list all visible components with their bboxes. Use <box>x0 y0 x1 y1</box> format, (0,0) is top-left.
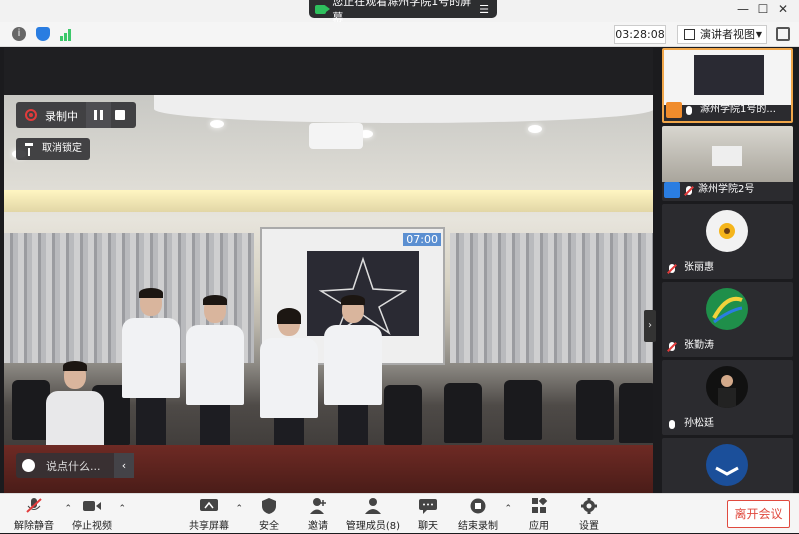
participant-name: 孙松廷 <box>684 418 714 429</box>
participant-tile[interactable]: 滁州学院2号 <box>662 126 793 201</box>
maximize-icon[interactable]: ☐ <box>753 2 773 16</box>
stop-icon[interactable] <box>115 110 125 120</box>
recording-indicator: 录制中 <box>16 102 136 128</box>
participant-tile[interactable]: 张勤涛 <box>662 282 793 357</box>
presenter-figure <box>322 295 382 452</box>
chevron-up-icon[interactable]: ⌃ <box>118 504 126 514</box>
end-recording-label: 结束录制 <box>458 521 498 532</box>
presenter-figure <box>258 308 318 465</box>
video-camera-icon <box>82 498 102 514</box>
meeting-toolbar: 解除静音 ⌃ 停止视频 ⌃ 共享屏幕 ⌃ 安全 邀请 管理成员(8) 聊天 结束… <box>0 493 799 533</box>
unmute-label: 解除静音 <box>14 521 54 532</box>
fullscreen-icon[interactable] <box>776 27 790 41</box>
participant-name: 张丽惠 <box>684 262 714 273</box>
window-titlebar: 您正在观看滁州学院1号的屏幕 ☰ — ☐ ✕ <box>0 0 799 24</box>
mic-muted-icon <box>24 498 44 514</box>
share-screen-button[interactable]: 共享屏幕 ⌃ <box>177 498 243 534</box>
collapse-sidebar-icon[interactable]: › <box>644 310 656 342</box>
pin-icon <box>25 143 33 156</box>
security-label: 安全 <box>259 521 279 532</box>
add-user-icon <box>308 498 328 514</box>
avatar <box>706 288 748 330</box>
chevron-down-icon: ▼ <box>755 30 762 39</box>
unmute-button[interactable]: 解除静音 ⌃ <box>2 498 72 534</box>
participant-name: 滁州学院2号 <box>698 184 755 195</box>
chat-icon <box>418 498 438 514</box>
pause-icon[interactable] <box>86 102 111 128</box>
menu-icon[interactable]: ☰ <box>479 3 489 16</box>
record-stop-icon <box>468 498 488 514</box>
participant-sidebar: 滁州学院1号的... 滁州学院2号 张丽惠 张勤涛 孙松廷 <box>656 48 799 493</box>
presenter-figure <box>184 295 244 452</box>
avatar <box>706 366 748 408</box>
view-mode-label: 演讲者视图 <box>700 28 755 41</box>
presenter-figure <box>120 288 180 445</box>
manage-members-label: 管理成员(8) <box>345 521 401 532</box>
manage-members-button[interactable]: 管理成员(8) <box>342 498 404 534</box>
quick-chat-input[interactable]: 说点什么... ‹ <box>16 453 134 478</box>
share-screen-label: 共享屏幕 <box>189 521 229 532</box>
shield-icon[interactable] <box>36 27 50 41</box>
shared-video-feed: 07:00 <box>4 95 653 509</box>
chat-label: 聊天 <box>418 521 438 532</box>
participant-name: 滁州学院1号的... <box>700 104 776 115</box>
unlock-pin-button[interactable]: 取消锁定 <box>16 138 90 160</box>
invite-button[interactable]: 邀请 <box>286 498 350 534</box>
info-icon[interactable]: i <box>12 27 26 41</box>
unlock-label: 取消锁定 <box>42 143 82 154</box>
end-recording-button[interactable]: 结束录制 ⌃ <box>446 498 512 534</box>
gear-icon <box>579 498 599 514</box>
participant-name: 张勤涛 <box>684 340 714 351</box>
meeting-status-bar: i 03:28:08 演讲者视图 ▼ <box>0 22 799 47</box>
signal-icon[interactable] <box>59 27 73 41</box>
participant-tile[interactable]: 滁州学院1号的... <box>662 48 793 123</box>
chat-placeholder: 说点什么... <box>46 460 101 473</box>
minimize-icon[interactable]: — <box>733 2 753 16</box>
view-mode-dropdown[interactable]: 演讲者视图 ▼ <box>677 25 767 44</box>
participant-tile[interactable]: 张丽惠 <box>662 204 793 279</box>
share-screen-icon <box>199 498 219 514</box>
members-icon <box>363 498 383 514</box>
apps-label: 应用 <box>529 521 549 532</box>
stop-video-button[interactable]: 停止视频 ⌃ <box>60 498 126 534</box>
record-icon <box>25 109 37 121</box>
participant-tile[interactable]: 孙松廷 <box>662 360 793 435</box>
camera-icon <box>315 4 331 14</box>
avatar <box>706 210 748 252</box>
leave-meeting-button[interactable]: 离开会议 <box>727 500 790 528</box>
invite-label: 邀请 <box>308 521 328 532</box>
shield-icon <box>259 498 279 514</box>
stop-video-label: 停止视频 <box>72 521 112 532</box>
screen-share-banner[interactable]: 您正在观看滁州学院1号的屏幕 ☰ <box>309 0 497 24</box>
apps-grid-icon <box>529 496 549 514</box>
participant-tile[interactable] <box>662 438 793 493</box>
recording-label: 录制中 <box>45 110 78 123</box>
settings-label: 设置 <box>579 521 599 532</box>
avatar <box>706 444 748 486</box>
close-icon[interactable]: ✕ <box>773 2 793 16</box>
presentation-clock: 07:00 <box>403 233 441 246</box>
main-video-area[interactable]: 07:00 录制中 取消锁定 说点什么... ‹ › <box>4 48 656 509</box>
settings-button[interactable]: 设置 <box>557 498 621 534</box>
speaker-view-icon <box>684 29 695 40</box>
projector <box>309 123 363 149</box>
meeting-timer: 03:28:08 <box>614 25 666 44</box>
emoji-icon[interactable] <box>22 459 35 472</box>
chevron-left-icon[interactable]: ‹ <box>114 453 134 478</box>
